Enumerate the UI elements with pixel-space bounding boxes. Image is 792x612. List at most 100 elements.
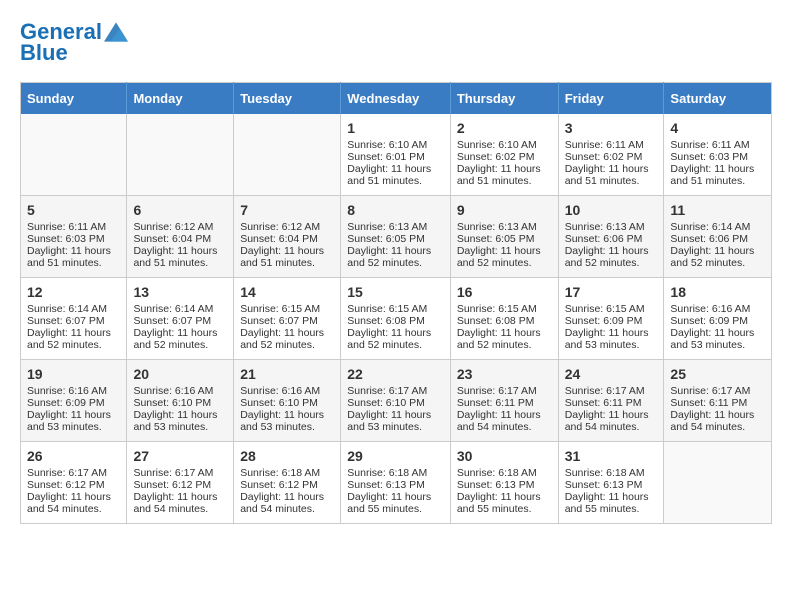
day-cell: 7Sunrise: 6:12 AMSunset: 6:04 PMDaylight… (234, 196, 341, 278)
day-number: 5 (27, 202, 120, 218)
day-cell: 25Sunrise: 6:17 AMSunset: 6:11 PMDayligh… (664, 360, 772, 442)
day-cell: 29Sunrise: 6:18 AMSunset: 6:13 PMDayligh… (341, 442, 451, 524)
day-number: 18 (670, 284, 765, 300)
day-number: 7 (240, 202, 334, 218)
day-info: Daylight: 11 hours and 53 minutes. (27, 409, 120, 433)
day-info: Daylight: 11 hours and 52 minutes. (27, 327, 120, 351)
day-info: Sunrise: 6:18 AM (565, 467, 658, 479)
day-number: 27 (133, 448, 227, 464)
day-info: Sunset: 6:08 PM (347, 315, 444, 327)
weekday-header-wednesday: Wednesday (341, 83, 451, 115)
day-number: 9 (457, 202, 552, 218)
day-info: Daylight: 11 hours and 51 minutes. (565, 163, 658, 187)
day-info: Sunrise: 6:13 AM (347, 221, 444, 233)
day-info: Sunrise: 6:12 AM (240, 221, 334, 233)
day-number: 13 (133, 284, 227, 300)
day-info: Sunrise: 6:15 AM (457, 303, 552, 315)
day-number: 29 (347, 448, 444, 464)
day-info: Sunset: 6:13 PM (457, 479, 552, 491)
day-number: 31 (565, 448, 658, 464)
weekday-header-thursday: Thursday (450, 83, 558, 115)
day-info: Sunrise: 6:14 AM (133, 303, 227, 315)
day-info: Daylight: 11 hours and 51 minutes. (347, 163, 444, 187)
weekday-header-tuesday: Tuesday (234, 83, 341, 115)
weekday-header-saturday: Saturday (664, 83, 772, 115)
day-number: 30 (457, 448, 552, 464)
day-cell: 31Sunrise: 6:18 AMSunset: 6:13 PMDayligh… (558, 442, 664, 524)
day-info: Daylight: 11 hours and 54 minutes. (240, 491, 334, 515)
day-info: Sunset: 6:09 PM (670, 315, 765, 327)
day-info: Sunset: 6:07 PM (240, 315, 334, 327)
day-cell: 12Sunrise: 6:14 AMSunset: 6:07 PMDayligh… (21, 278, 127, 360)
day-cell: 26Sunrise: 6:17 AMSunset: 6:12 PMDayligh… (21, 442, 127, 524)
day-info: Daylight: 11 hours and 53 minutes. (133, 409, 227, 433)
day-info: Daylight: 11 hours and 55 minutes. (565, 491, 658, 515)
day-cell: 6Sunrise: 6:12 AMSunset: 6:04 PMDaylight… (127, 196, 234, 278)
day-cell: 3Sunrise: 6:11 AMSunset: 6:02 PMDaylight… (558, 114, 664, 196)
day-info: Daylight: 11 hours and 51 minutes. (27, 245, 120, 269)
day-info: Sunrise: 6:11 AM (565, 139, 658, 151)
week-row-4: 19Sunrise: 6:16 AMSunset: 6:09 PMDayligh… (21, 360, 772, 442)
day-info: Daylight: 11 hours and 53 minutes. (347, 409, 444, 433)
day-info: Sunrise: 6:13 AM (565, 221, 658, 233)
day-info: Sunset: 6:10 PM (347, 397, 444, 409)
day-info: Sunset: 6:05 PM (347, 233, 444, 245)
day-cell: 24Sunrise: 6:17 AMSunset: 6:11 PMDayligh… (558, 360, 664, 442)
day-cell (664, 442, 772, 524)
day-info: Sunset: 6:01 PM (347, 151, 444, 163)
day-number: 1 (347, 120, 444, 136)
day-info: Sunrise: 6:16 AM (670, 303, 765, 315)
day-cell: 14Sunrise: 6:15 AMSunset: 6:07 PMDayligh… (234, 278, 341, 360)
day-cell: 16Sunrise: 6:15 AMSunset: 6:08 PMDayligh… (450, 278, 558, 360)
day-cell: 23Sunrise: 6:17 AMSunset: 6:11 PMDayligh… (450, 360, 558, 442)
day-cell: 15Sunrise: 6:15 AMSunset: 6:08 PMDayligh… (341, 278, 451, 360)
day-info: Daylight: 11 hours and 53 minutes. (670, 327, 765, 351)
day-info: Sunset: 6:12 PM (240, 479, 334, 491)
day-number: 28 (240, 448, 334, 464)
day-number: 14 (240, 284, 334, 300)
day-info: Sunset: 6:11 PM (457, 397, 552, 409)
day-cell (234, 114, 341, 196)
day-info: Sunrise: 6:15 AM (565, 303, 658, 315)
weekday-header-row: SundayMondayTuesdayWednesdayThursdayFrid… (21, 83, 772, 115)
day-info: Daylight: 11 hours and 52 minutes. (347, 327, 444, 351)
week-row-5: 26Sunrise: 6:17 AMSunset: 6:12 PMDayligh… (21, 442, 772, 524)
day-info: Sunrise: 6:13 AM (457, 221, 552, 233)
day-info: Sunset: 6:13 PM (347, 479, 444, 491)
day-info: Daylight: 11 hours and 52 minutes. (457, 327, 552, 351)
day-info: Sunrise: 6:17 AM (565, 385, 658, 397)
day-info: Sunrise: 6:11 AM (27, 221, 120, 233)
day-cell: 17Sunrise: 6:15 AMSunset: 6:09 PMDayligh… (558, 278, 664, 360)
day-cell: 20Sunrise: 6:16 AMSunset: 6:10 PMDayligh… (127, 360, 234, 442)
day-number: 8 (347, 202, 444, 218)
day-info: Sunset: 6:09 PM (565, 315, 658, 327)
day-cell: 22Sunrise: 6:17 AMSunset: 6:10 PMDayligh… (341, 360, 451, 442)
day-info: Sunrise: 6:16 AM (27, 385, 120, 397)
day-info: Daylight: 11 hours and 51 minutes. (670, 163, 765, 187)
day-number: 16 (457, 284, 552, 300)
day-info: Daylight: 11 hours and 54 minutes. (457, 409, 552, 433)
day-info: Sunset: 6:10 PM (133, 397, 227, 409)
day-info: Sunrise: 6:16 AM (133, 385, 227, 397)
day-info: Sunset: 6:07 PM (133, 315, 227, 327)
day-cell: 13Sunrise: 6:14 AMSunset: 6:07 PMDayligh… (127, 278, 234, 360)
day-number: 2 (457, 120, 552, 136)
logo-icon (104, 20, 128, 44)
day-info: Sunset: 6:04 PM (240, 233, 334, 245)
week-row-2: 5Sunrise: 6:11 AMSunset: 6:03 PMDaylight… (21, 196, 772, 278)
day-cell: 11Sunrise: 6:14 AMSunset: 6:06 PMDayligh… (664, 196, 772, 278)
day-cell: 1Sunrise: 6:10 AMSunset: 6:01 PMDaylight… (341, 114, 451, 196)
day-info: Sunrise: 6:16 AM (240, 385, 334, 397)
day-info: Sunset: 6:02 PM (457, 151, 552, 163)
day-info: Sunset: 6:03 PM (670, 151, 765, 163)
day-info: Daylight: 11 hours and 52 minutes. (670, 245, 765, 269)
day-number: 11 (670, 202, 765, 218)
day-number: 21 (240, 366, 334, 382)
day-info: Sunrise: 6:17 AM (347, 385, 444, 397)
day-number: 4 (670, 120, 765, 136)
day-info: Sunset: 6:11 PM (670, 397, 765, 409)
day-info: Sunset: 6:09 PM (27, 397, 120, 409)
day-info: Daylight: 11 hours and 53 minutes. (565, 327, 658, 351)
day-info: Sunrise: 6:14 AM (670, 221, 765, 233)
day-info: Daylight: 11 hours and 52 minutes. (347, 245, 444, 269)
